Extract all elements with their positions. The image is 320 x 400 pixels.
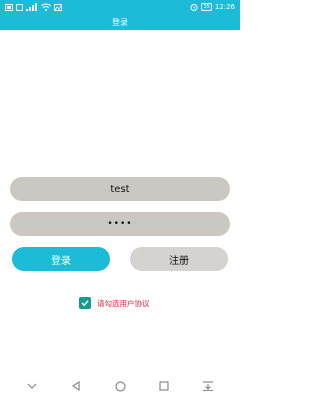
agreement-row: 请勾选用户协议 [79,296,150,310]
checkmark-icon [81,300,89,307]
login-button[interactable]: 登录 [12,247,110,271]
status-time: 12:26 [214,3,235,11]
alarm-icon [190,3,198,12]
image-icon [54,3,62,12]
home-icon[interactable] [110,376,130,396]
signal-icon [26,3,38,12]
wifi-icon [41,3,51,12]
page-title: 登录 [112,17,128,27]
notification-icon [16,3,23,12]
collapse-icon[interactable] [22,376,42,396]
sim-icon [5,3,13,12]
register-button[interactable]: 注册 [130,247,228,271]
agreement-label[interactable]: 请勾选用户协议 [97,298,150,309]
back-icon[interactable] [66,376,86,396]
notification-drawer-icon[interactable] [198,376,218,396]
battery-icon: 35 [201,3,212,11]
password-input[interactable] [10,212,230,236]
status-icons-left [5,3,62,12]
navigation-bar [0,372,240,400]
username-input[interactable] [10,177,230,201]
register-button-label: 注册 [169,255,189,267]
title-bar: 登录 [0,14,240,30]
status-icons-right: 35 12:26 [190,3,235,12]
battery-level: 35 [203,4,210,10]
recents-icon[interactable] [154,376,174,396]
status-bar: 35 12:26 [0,0,240,14]
agreement-checkbox[interactable] [79,297,91,309]
login-button-label: 登录 [51,255,71,267]
